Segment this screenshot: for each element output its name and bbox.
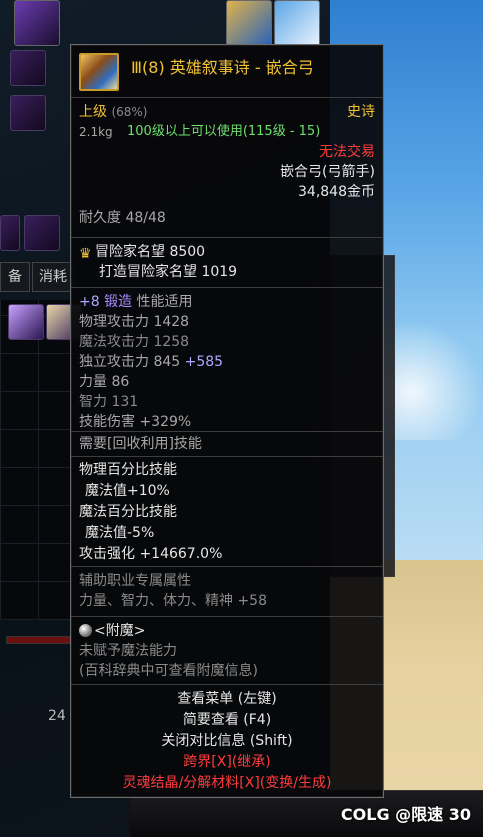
equip-slot-7[interactable] <box>24 215 60 251</box>
trade-status: 无法交易 <box>319 144 375 160</box>
watermark: COLG @限速 30 <box>340 805 471 824</box>
crown-icon: ♛ <box>79 246 92 262</box>
top-equip-slot-2[interactable] <box>226 0 272 46</box>
assist-stats: 力量、智力、体力、精神 +58 <box>79 593 267 609</box>
enchant-hint: (百科辞典中可查看附魔信息) <box>79 663 258 679</box>
skill-line-3: 魔法百分比技能 <box>79 504 177 520</box>
enchant-status: 未赋予魔法能力 <box>79 643 177 659</box>
equip-slot-6[interactable] <box>0 215 20 251</box>
durability: 耐久度 48/48 <box>79 210 166 226</box>
fame-section: ♛ 冒险家名望 8500 打造冒险家名望 1019 <box>71 238 383 288</box>
stat-physical-attack: 物理攻击力 1428 <box>79 314 190 330</box>
top-equip-slot-1[interactable] <box>14 0 60 46</box>
recycle-requirement: 需要[回收利用]技能 <box>79 436 202 452</box>
item-name: Ⅲ(8) 英雄叙事诗 - 嵌合弓 <box>131 58 314 77</box>
inventory-count: 24 <box>48 708 66 724</box>
enchant-title: <附魔> <box>79 621 145 641</box>
item-type: 嵌合弓(弓箭手) <box>280 164 375 180</box>
fame-row: ♛ 冒险家名望 8500 <box>79 244 206 262</box>
stat-intelligence: 智力 131 <box>79 394 139 410</box>
inventory-slot-1[interactable] <box>8 304 44 340</box>
action-section: 查看菜单 (左键) 简要查看 (F4) 关闭对比信息 (Shift) 跨界[X]… <box>71 685 383 795</box>
craft-fame-row: 打造冒险家名望 1019 <box>99 264 238 280</box>
stat-independent-attack: 独立攻击力 845 +585 <box>79 354 224 370</box>
brief-view-action[interactable]: 简要查看 (F4) <box>71 710 383 730</box>
assist-section: 辅助职业专属属性 力量、智力、体力、精神 +58 <box>71 567 383 617</box>
grade-label: 上级 (68%) <box>79 104 148 120</box>
stats-section: +8 锻造 性能适用 物理攻击力 1428 魔法攻击力 1258 独立攻击力 8… <box>71 288 383 432</box>
soul-crystal-action[interactable]: 灵魂结晶/分解材料[X](变换/生成) <box>71 773 383 793</box>
skill-line-1: 物理百分比技能 <box>79 462 177 478</box>
stat-skill-damage: 技能伤害 +329% <box>79 414 192 430</box>
tab-equipment[interactable]: 备 <box>0 262 30 292</box>
equip-slot-4[interactable] <box>10 50 46 86</box>
view-menu-action[interactable]: 查看菜单 (左键) <box>71 689 383 709</box>
skill-line-5: 攻击强化 +14667.0% <box>79 546 223 562</box>
basic-info-section: 上级 (68%) 史诗 2.1kg 100级以上可以使用(115级 - 15) … <box>71 98 383 238</box>
top-equip-slot-3[interactable] <box>274 0 320 46</box>
equip-slot-5[interactable] <box>10 95 46 131</box>
stat-strength: 力量 86 <box>79 374 130 390</box>
level-requirement: 100级以上可以使用(115级 - 15) <box>127 124 321 139</box>
skill-section: 物理百分比技能 魔法值+10% 魔法百分比技能 魔法值-5% 攻击强化 +146… <box>71 457 383 567</box>
tab-consumable[interactable]: 消耗 <box>32 262 74 292</box>
skill-line-2: 魔法值+10% <box>85 483 170 499</box>
assist-title: 辅助职业专属属性 <box>79 573 191 589</box>
weight-label: 2.1kg <box>79 125 113 139</box>
recycle-section: 需要[回收利用]技能 <box>71 432 383 457</box>
stat-magic-attack: 魔法攻击力 1258 <box>79 334 190 350</box>
close-compare-action[interactable]: 关闭对比信息 (Shift) <box>71 731 383 751</box>
forge-row: +8 锻造 性能适用 <box>79 294 193 310</box>
inventory-red-bar <box>6 636 70 644</box>
orb-icon <box>79 624 92 637</box>
item-price: 34,848金币 <box>298 184 375 200</box>
cross-inherit-action[interactable]: 跨界[X](继承) <box>71 752 383 772</box>
item-tooltip: Ⅲ(8) 英雄叙事诗 - 嵌合弓 上级 (68%) 史诗 2.1kg 100级以… <box>70 44 384 798</box>
inventory-grid[interactable] <box>0 300 80 620</box>
tooltip-header: Ⅲ(8) 英雄叙事诗 - 嵌合弓 <box>71 45 383 98</box>
skill-line-4: 魔法值-5% <box>85 525 155 541</box>
rarity-label: 史诗 <box>347 104 375 120</box>
enchant-section: <附魔> 未赋予魔法能力 (百科辞典中可查看附魔信息) <box>71 617 383 685</box>
bow-icon <box>79 53 119 91</box>
